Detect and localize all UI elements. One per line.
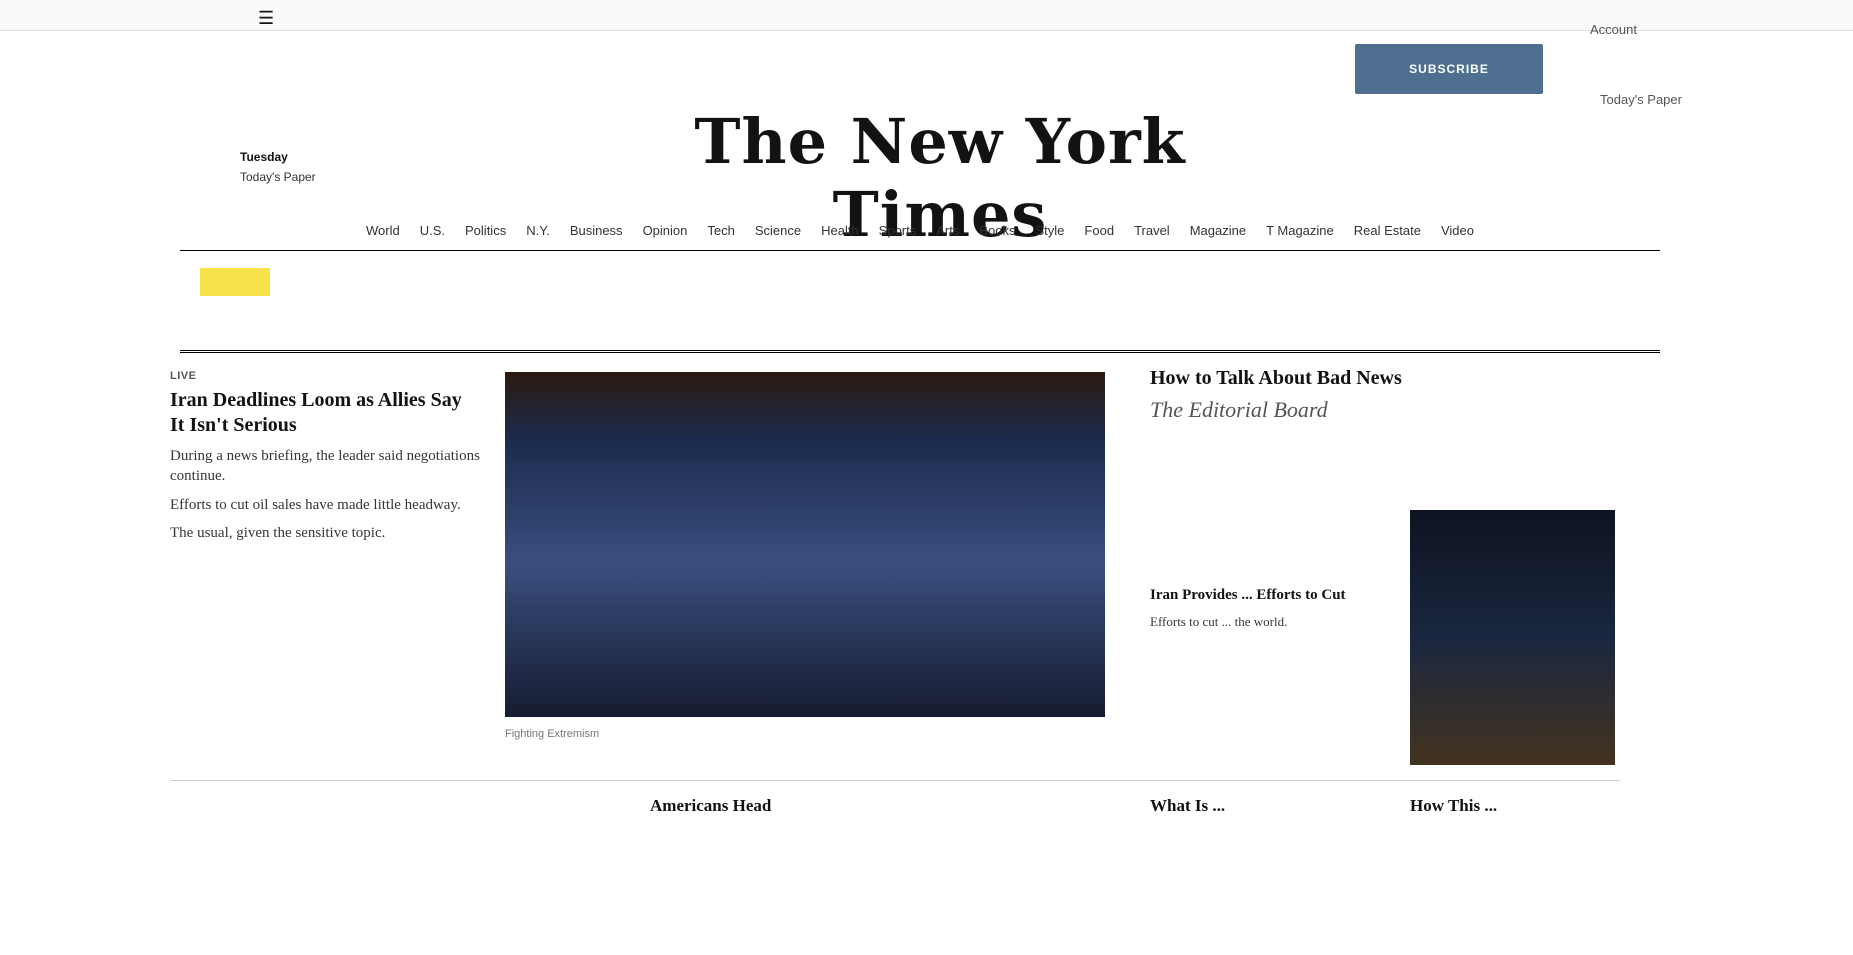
subdate-label: Today's Paper — [240, 170, 316, 184]
news-ticker — [180, 260, 1660, 353]
right-story: Iran Provides ... Efforts to Cut Efforts… — [1150, 580, 1390, 638]
lead-summary: During a news briefing, the leader said … — [170, 448, 480, 485]
bottom-headline-3[interactable]: How This ... — [1410, 796, 1497, 816]
right-column: How to Talk About Bad News The Editorial… — [1150, 360, 1610, 423]
subscribe-button[interactable]: SUBSCRIBE — [1355, 44, 1543, 94]
right-story-summary: Efforts to cut ... the world. — [1150, 613, 1288, 629]
nav-item[interactable]: Politics — [465, 223, 506, 238]
nav-item[interactable]: Real Estate — [1354, 223, 1421, 238]
bottom-row: Americans Head What Is ... How This ... — [170, 780, 1620, 815]
nav-item[interactable]: Opinion — [643, 223, 688, 238]
nav-item[interactable]: Science — [755, 223, 801, 238]
bottom-headline-2[interactable]: What Is ... — [1150, 796, 1225, 816]
live-badge — [200, 268, 270, 296]
nav-item[interactable]: Arts — [936, 223, 959, 238]
opinion-label[interactable]: The Editorial Board — [1150, 397, 1610, 423]
right-story-headline[interactable]: Iran Provides ... Efforts to Cut — [1150, 586, 1390, 605]
bottom-headline-1[interactable]: Americans Head — [650, 796, 771, 816]
nav-item[interactable]: U.S. — [420, 223, 445, 238]
lead-summary-2: Efforts to cut oil sales have made littl… — [170, 496, 461, 513]
nav-item[interactable]: Tech — [707, 223, 734, 238]
secondary-photo[interactable] — [1410, 510, 1615, 765]
left-column: Live Iran Deadlines Loom as Allies Say I… — [170, 370, 480, 551]
account-link[interactable]: Account — [1590, 22, 1637, 37]
right-headline[interactable]: How to Talk About Bad News — [1150, 366, 1610, 391]
photo-caption: Fighting Extremism — [505, 728, 600, 740]
nav-item[interactable]: Sports — [879, 223, 917, 238]
nav-item[interactable]: T Magazine — [1266, 223, 1334, 238]
nav-item[interactable]: Health — [821, 223, 859, 238]
nav-item[interactable]: Travel — [1134, 223, 1170, 238]
lead-photo[interactable] — [505, 372, 1105, 717]
date-label: Tuesday — [240, 150, 288, 164]
top-bar — [0, 0, 1853, 31]
nav-item[interactable]: Books — [979, 223, 1015, 238]
lead-headline[interactable]: Iran Deadlines Loom as Allies Say It Isn… — [170, 388, 480, 438]
nav-item[interactable]: Business — [570, 223, 623, 238]
hamburger-menu-icon[interactable]: ☰ — [258, 8, 274, 29]
todays-paper-link[interactable]: Today's Paper — [1600, 92, 1682, 107]
section-nav: World U.S. Politics N.Y. Business Opinio… — [180, 210, 1660, 251]
nav-item[interactable]: Food — [1084, 223, 1114, 238]
nav-item[interactable]: World — [366, 223, 400, 238]
nav-item[interactable]: Style — [1036, 223, 1065, 238]
nav-item[interactable]: Magazine — [1190, 223, 1246, 238]
story-label: Live — [170, 370, 197, 382]
nav-item[interactable]: Video — [1441, 223, 1474, 238]
nav-item[interactable]: N.Y. — [526, 223, 550, 238]
lead-summary-3: The usual, given the sensitive topic. — [170, 524, 386, 541]
